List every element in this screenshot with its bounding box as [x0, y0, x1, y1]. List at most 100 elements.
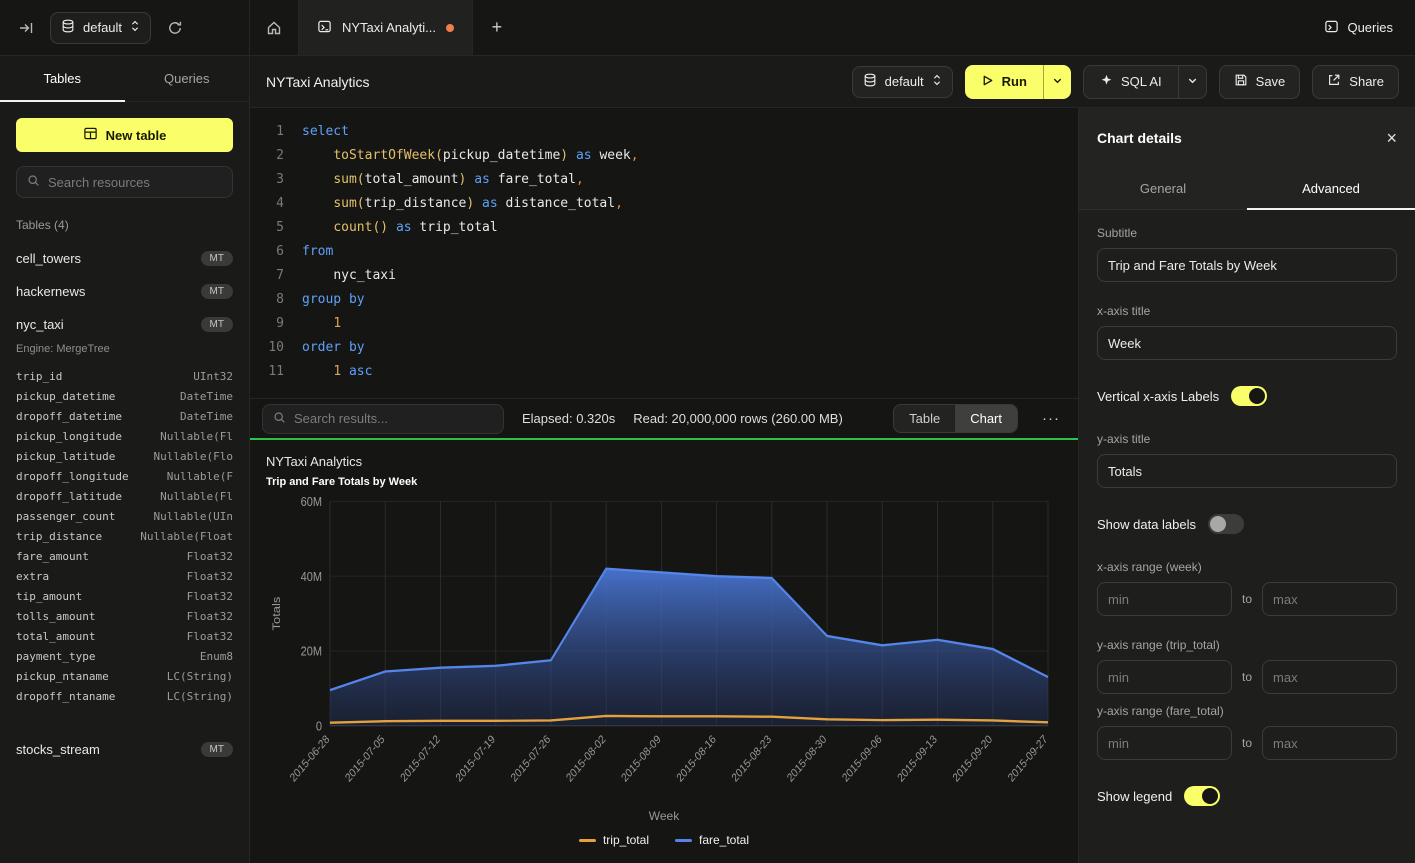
show-data-labels-toggle[interactable]: [1208, 514, 1244, 534]
column-row: pickup_latitudeNullable(Flo: [16, 447, 233, 467]
sql-ai-options-button[interactable]: [1178, 66, 1206, 98]
new-tab-button[interactable]: +: [473, 0, 521, 55]
svg-text:2015-08-16: 2015-08-16: [675, 733, 719, 785]
chart-details-panel: Chart details × General Advanced Subtitl…: [1078, 108, 1415, 863]
unsaved-dot: [446, 24, 454, 32]
run-options-button[interactable]: [1043, 65, 1071, 99]
yaxis-range-trip-min-input[interactable]: [1097, 660, 1232, 694]
column-row: dropoff_longitudeNullable(F: [16, 467, 233, 487]
xaxis-range-max-input[interactable]: [1262, 582, 1397, 616]
column-name: total_amount: [16, 627, 95, 647]
svg-text:2015-09-20: 2015-09-20: [951, 733, 995, 785]
more-options-icon[interactable]: ···: [1036, 410, 1066, 427]
code-line[interactable]: nyc_taxi: [302, 264, 1078, 288]
code-line[interactable]: sum(total_amount) as fare_total,: [302, 168, 1078, 192]
column-type: Nullable(Fl: [160, 427, 233, 447]
svg-text:2015-07-26: 2015-07-26: [509, 733, 553, 785]
legend-item[interactable]: fare_total: [675, 833, 749, 847]
results-search-input[interactable]: [294, 411, 493, 426]
resource-search[interactable]: [16, 166, 233, 198]
table-item-nyc-taxi[interactable]: nyc_taxi MT: [0, 308, 249, 341]
sql-ai-button[interactable]: SQL AI: [1084, 66, 1178, 98]
results-search[interactable]: [262, 404, 504, 434]
editor-code[interactable]: select toStartOfWeek(pickup_datetime) as…: [284, 120, 1078, 398]
table-name: stocks_stream: [16, 742, 100, 757]
editor-gutter: 1234567891011: [250, 120, 284, 398]
save-button[interactable]: Save: [1219, 65, 1301, 99]
column-row: tip_amountFloat32: [16, 587, 233, 607]
yaxis-range-trip-max-input[interactable]: [1262, 660, 1397, 694]
column-type: Nullable(Fl: [160, 487, 233, 507]
collapse-sidebar-icon[interactable]: [14, 16, 38, 40]
svg-text:2015-06-28: 2015-06-28: [288, 733, 332, 785]
database-selector[interactable]: default: [50, 12, 151, 44]
database-selector-value: default: [83, 20, 122, 35]
engine-badge: MT: [201, 284, 233, 299]
resource-search-input[interactable]: [48, 175, 222, 190]
column-type: LC(String): [167, 687, 233, 707]
code-line[interactable]: group by: [302, 288, 1078, 312]
database-icon: [61, 19, 75, 36]
yaxis-range-fare-min-input[interactable]: [1097, 726, 1232, 760]
show-legend-toggle[interactable]: [1184, 786, 1220, 806]
table-item-hackernews[interactable]: hackernews MT: [0, 275, 249, 308]
topbar: default NYTaxi Analyti... +: [0, 0, 1415, 56]
table-grid-icon: [83, 126, 98, 144]
view-switcher: Table Chart: [893, 404, 1018, 433]
table-item-stocks-stream[interactable]: stocks_stream MT: [0, 733, 249, 766]
code-line[interactable]: from: [302, 240, 1078, 264]
svg-text:20M: 20M: [301, 644, 322, 659]
sparkle-icon: [1100, 74, 1113, 90]
column-type: DateTime: [180, 407, 233, 427]
code-line[interactable]: 1 asc: [302, 360, 1078, 384]
legend-item[interactable]: trip_total: [579, 833, 649, 847]
column-row: dropoff_ntanameLC(String): [16, 687, 233, 707]
yaxis-title-input[interactable]: [1097, 454, 1397, 488]
column-name: tolls_amount: [16, 607, 95, 627]
show-legend-label: Show legend: [1097, 789, 1172, 804]
new-table-button[interactable]: New table: [16, 118, 233, 152]
panel-tab-advanced[interactable]: Advanced: [1247, 168, 1415, 209]
code-line[interactable]: order by: [302, 336, 1078, 360]
home-button[interactable]: [250, 0, 298, 55]
subtitle-input[interactable]: [1097, 248, 1397, 282]
queries-button[interactable]: Queries: [1324, 19, 1393, 37]
svg-text:40M: 40M: [301, 569, 322, 584]
column-row: trip_idUInt32: [16, 367, 233, 387]
xaxis-title-input[interactable]: [1097, 326, 1397, 360]
sidebar-tab-tables[interactable]: Tables: [0, 56, 125, 101]
panel-tab-general[interactable]: General: [1079, 168, 1247, 209]
close-icon[interactable]: ×: [1386, 129, 1397, 147]
table-item-cell-towers[interactable]: cell_towers MT: [0, 242, 249, 275]
xaxis-range-min-input[interactable]: [1097, 582, 1232, 616]
share-button[interactable]: Share: [1312, 65, 1399, 99]
to-label: to: [1242, 736, 1252, 750]
code-line[interactable]: 1: [302, 312, 1078, 336]
svg-text:2015-09-13: 2015-09-13: [896, 733, 940, 785]
code-line[interactable]: sum(trip_distance) as distance_total,: [302, 192, 1078, 216]
sidebar-tab-queries[interactable]: Queries: [125, 56, 250, 101]
column-type: Nullable(UIn: [154, 507, 233, 527]
line-number: 9: [250, 312, 284, 336]
column-type: Enum8: [200, 647, 233, 667]
query-tab[interactable]: NYTaxi Analyti...: [298, 0, 473, 55]
sql-editor[interactable]: 1234567891011 select toStartOfWeek(picku…: [250, 108, 1078, 398]
refresh-icon[interactable]: [163, 16, 187, 40]
code-line[interactable]: count() as trip_total: [302, 216, 1078, 240]
read-stats-text: Read: 20,000,000 rows (260.00 MB): [633, 411, 843, 426]
sidebar-tabs: Tables Queries: [0, 56, 249, 102]
updown-chevron-icon: [130, 19, 140, 36]
share-icon: [1327, 73, 1341, 90]
code-line[interactable]: toStartOfWeek(pickup_datetime) as week,: [302, 144, 1078, 168]
yaxis-range-fare-max-input[interactable]: [1262, 726, 1397, 760]
view-table-button[interactable]: Table: [894, 405, 955, 432]
view-chart-button[interactable]: Chart: [955, 405, 1017, 432]
vertical-xaxis-labels-toggle[interactable]: [1231, 386, 1267, 406]
svg-text:Totals: Totals: [270, 597, 283, 631]
run-button[interactable]: Run: [965, 65, 1043, 99]
code-line[interactable]: select: [302, 120, 1078, 144]
line-number: 4: [250, 192, 284, 216]
column-type: Float32: [187, 567, 233, 587]
run-database-selector[interactable]: default: [852, 66, 953, 98]
legend-swatch: [579, 839, 596, 842]
